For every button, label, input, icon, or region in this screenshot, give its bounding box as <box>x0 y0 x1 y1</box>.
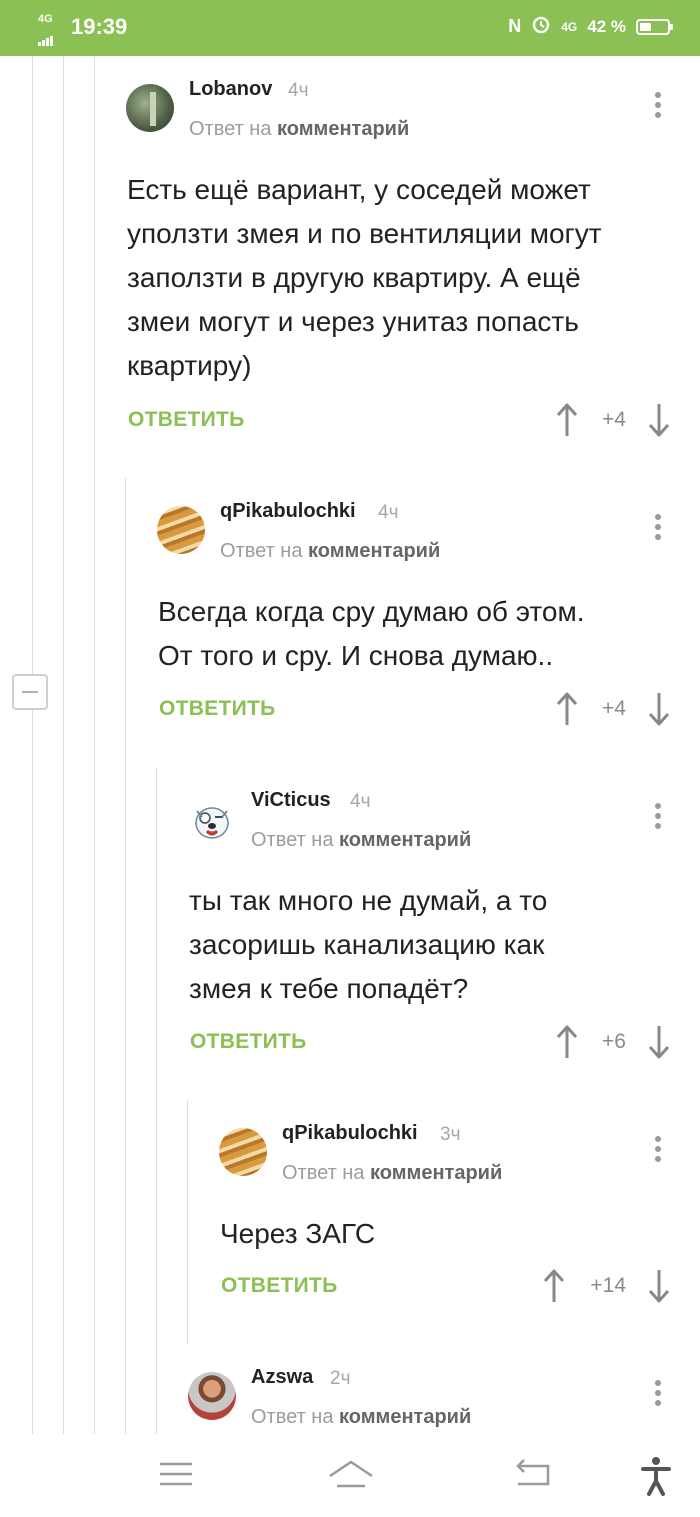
author-name[interactable]: qPikabulochki <box>220 500 356 523</box>
reply-to: Ответ на комментарий <box>251 1406 471 1429</box>
reply-to: Ответ на комментарий <box>251 829 471 852</box>
comment-text: Есть ещё вариант, у соседей может уползт… <box>127 168 687 388</box>
reply-to: Ответ на комментарий <box>282 1162 502 1185</box>
comment-text: Всегда когда сру думаю об этом. От того … <box>158 590 688 678</box>
reply-button[interactable]: ОТВЕТИТЬ <box>221 1274 338 1298</box>
comment-score: +6 <box>602 1030 626 1053</box>
comment-time: 4ч <box>350 791 371 812</box>
comment-line: змея к тебе попадёт? <box>189 973 469 1004</box>
thread-line <box>63 56 64 1434</box>
arrow-down-icon[interactable] <box>647 692 671 726</box>
comment-score: +4 <box>602 697 626 720</box>
comment-text: ты так много не думай, а то засоришь кан… <box>189 879 689 1011</box>
battery-icon <box>636 18 673 35</box>
comment-line: уползти змея и по вентиляции могут <box>127 218 602 249</box>
comment-score: +4 <box>602 408 626 431</box>
reply-to: Ответ на комментарий <box>220 540 440 563</box>
collapse-thread-button[interactable] <box>12 674 48 710</box>
vertical-dots-icon[interactable] <box>653 1380 663 1410</box>
comment-line: засоришь канализацию как <box>189 929 545 960</box>
nfc-icon: Ν <box>508 16 522 36</box>
avatar[interactable] <box>219 1128 267 1176</box>
vertical-dots-icon[interactable] <box>653 1136 663 1166</box>
thread-line <box>156 768 157 1434</box>
comment-line: Всегда когда сру думаю об этом. <box>158 596 585 627</box>
comment-text: Через ЗАГС <box>220 1212 680 1256</box>
reply-prefix: Ответ на <box>282 1162 365 1184</box>
comment-line: Есть ещё вариант, у соседей может <box>127 174 591 205</box>
author-name[interactable]: ViCticus <box>251 789 331 812</box>
avatar[interactable] <box>126 84 174 132</box>
reply-link[interactable]: комментарий <box>277 118 409 140</box>
comment-line: От того и сру. И снова думаю.. <box>158 640 554 671</box>
reply-link[interactable]: комментарий <box>308 540 440 562</box>
comment-score: +14 <box>590 1274 626 1297</box>
status-right: Ν 4G 42 % <box>508 14 673 39</box>
author-name[interactable]: qPikabulochki <box>282 1122 418 1145</box>
arrow-down-icon[interactable] <box>647 1269 671 1303</box>
reply-link[interactable]: комментарий <box>339 1406 471 1428</box>
reply-to: Ответ на комментарий <box>189 118 409 141</box>
reply-prefix: Ответ на <box>251 829 334 851</box>
comment-time: 2ч <box>330 1368 351 1389</box>
reply-button[interactable]: ОТВЕТИТЬ <box>190 1030 307 1054</box>
reply-prefix: Ответ на <box>189 118 272 140</box>
reply-button[interactable]: ОТВЕТИТЬ <box>159 697 276 721</box>
thread-line <box>32 56 33 1434</box>
author-name[interactable]: Lobanov <box>189 78 272 101</box>
accessibility-icon[interactable] <box>640 1456 672 1496</box>
signal-icon <box>38 28 54 46</box>
arrow-down-icon[interactable] <box>647 1025 671 1059</box>
network-type-right: 4G <box>561 19 578 34</box>
arrow-up-icon[interactable] <box>542 1269 566 1303</box>
alarm-icon <box>531 14 551 39</box>
clock: 19:39 <box>71 14 128 39</box>
comment-line: змеи могут и через унитаз попасть <box>127 306 579 337</box>
reply-link[interactable]: комментарий <box>370 1162 502 1184</box>
vertical-dots-icon[interactable] <box>653 803 663 833</box>
home-icon[interactable] <box>327 1456 375 1492</box>
reply-prefix: Ответ на <box>220 540 303 562</box>
avatar[interactable] <box>188 795 236 843</box>
arrow-down-icon[interactable] <box>647 403 671 437</box>
thread-line <box>94 56 95 1434</box>
bottom-navigation <box>0 1434 700 1517</box>
comment-time: 4ч <box>378 502 399 523</box>
comment-time: 4ч <box>288 80 309 101</box>
vertical-dots-icon[interactable] <box>653 514 663 544</box>
reply-prefix: Ответ на <box>251 1406 334 1428</box>
author-name[interactable]: Azswa <box>251 1366 313 1389</box>
comment-line: квартиру) <box>127 350 252 381</box>
comment-time: 3ч <box>440 1124 461 1145</box>
battery-text: 42 % <box>587 16 626 36</box>
vertical-dots-icon[interactable] <box>653 92 663 122</box>
hamburger-menu-icon[interactable] <box>158 1456 194 1492</box>
reply-link[interactable]: комментарий <box>339 829 471 851</box>
status-bar: 4G 19:39 Ν 4G 42 % <box>0 0 700 56</box>
thread-line <box>125 478 126 1434</box>
comment-line: ты так много не думай, а то <box>189 885 548 916</box>
comment-line: Через ЗАГС <box>220 1218 376 1249</box>
avatar[interactable] <box>188 1372 236 1420</box>
reply-button[interactable]: ОТВЕТИТЬ <box>128 408 245 432</box>
network-type: 4G <box>38 13 53 25</box>
thread-line <box>187 1100 188 1344</box>
comment-line: заползти в другую квартиру. А ещё <box>127 262 581 293</box>
avatar[interactable] <box>157 506 205 554</box>
back-icon[interactable] <box>514 1456 552 1492</box>
